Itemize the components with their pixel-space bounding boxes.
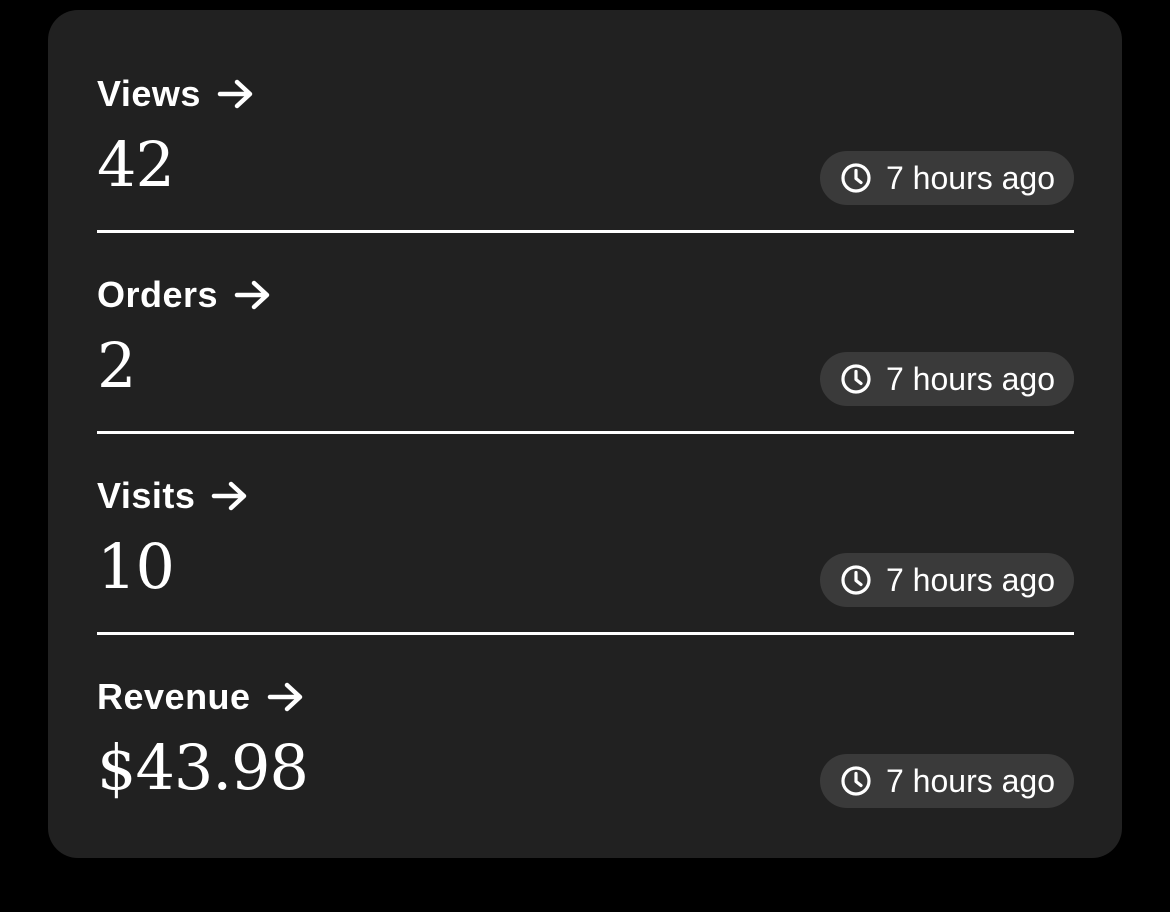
arrow-right-icon bbox=[234, 280, 270, 310]
stat-value: 10 bbox=[97, 530, 175, 603]
stat-label: Orders bbox=[97, 274, 219, 315]
time-badge-text: 7 hours ago bbox=[885, 159, 1055, 196]
stat-views[interactable]: Views 42 7 hours ago bbox=[97, 32, 1074, 233]
stat-title-views[interactable]: Views bbox=[97, 72, 255, 116]
stat-value: 42 bbox=[97, 128, 175, 201]
clock-icon bbox=[841, 565, 871, 595]
stat-label: Visits bbox=[97, 475, 196, 516]
stat-label: Revenue bbox=[97, 676, 251, 717]
stat-title-orders[interactable]: Orders bbox=[97, 273, 272, 317]
time-badge: 7 hours ago bbox=[819, 754, 1074, 808]
stat-value: 2 bbox=[97, 329, 136, 402]
time-badge-text: 7 hours ago bbox=[885, 561, 1055, 598]
stat-label: Views bbox=[97, 73, 201, 114]
stat-value: $43.98 bbox=[97, 731, 309, 804]
stat-revenue[interactable]: Revenue $43.98 7 hours ago bbox=[97, 635, 1074, 836]
arrow-right-icon bbox=[217, 79, 253, 109]
stat-orders[interactable]: Orders 2 7 hours ago bbox=[97, 233, 1074, 434]
time-badge: 7 hours ago bbox=[819, 151, 1074, 205]
stat-visits[interactable]: Visits 10 7 hours ago bbox=[97, 434, 1074, 635]
clock-icon bbox=[841, 364, 871, 394]
arrow-right-icon bbox=[267, 682, 302, 712]
time-badge: 7 hours ago bbox=[819, 553, 1074, 607]
time-badge-text: 7 hours ago bbox=[885, 360, 1055, 397]
stat-title-revenue[interactable]: Revenue bbox=[97, 675, 305, 719]
arrow-right-icon bbox=[212, 481, 247, 511]
stats-card: Views 42 7 hours ago Orders 2 7 hours ag… bbox=[48, 10, 1122, 858]
time-badge-text: 7 hours ago bbox=[885, 762, 1055, 799]
clock-icon bbox=[841, 766, 871, 796]
clock-icon bbox=[841, 163, 871, 193]
stat-title-visits[interactable]: Visits bbox=[97, 474, 249, 518]
time-badge: 7 hours ago bbox=[819, 352, 1074, 406]
